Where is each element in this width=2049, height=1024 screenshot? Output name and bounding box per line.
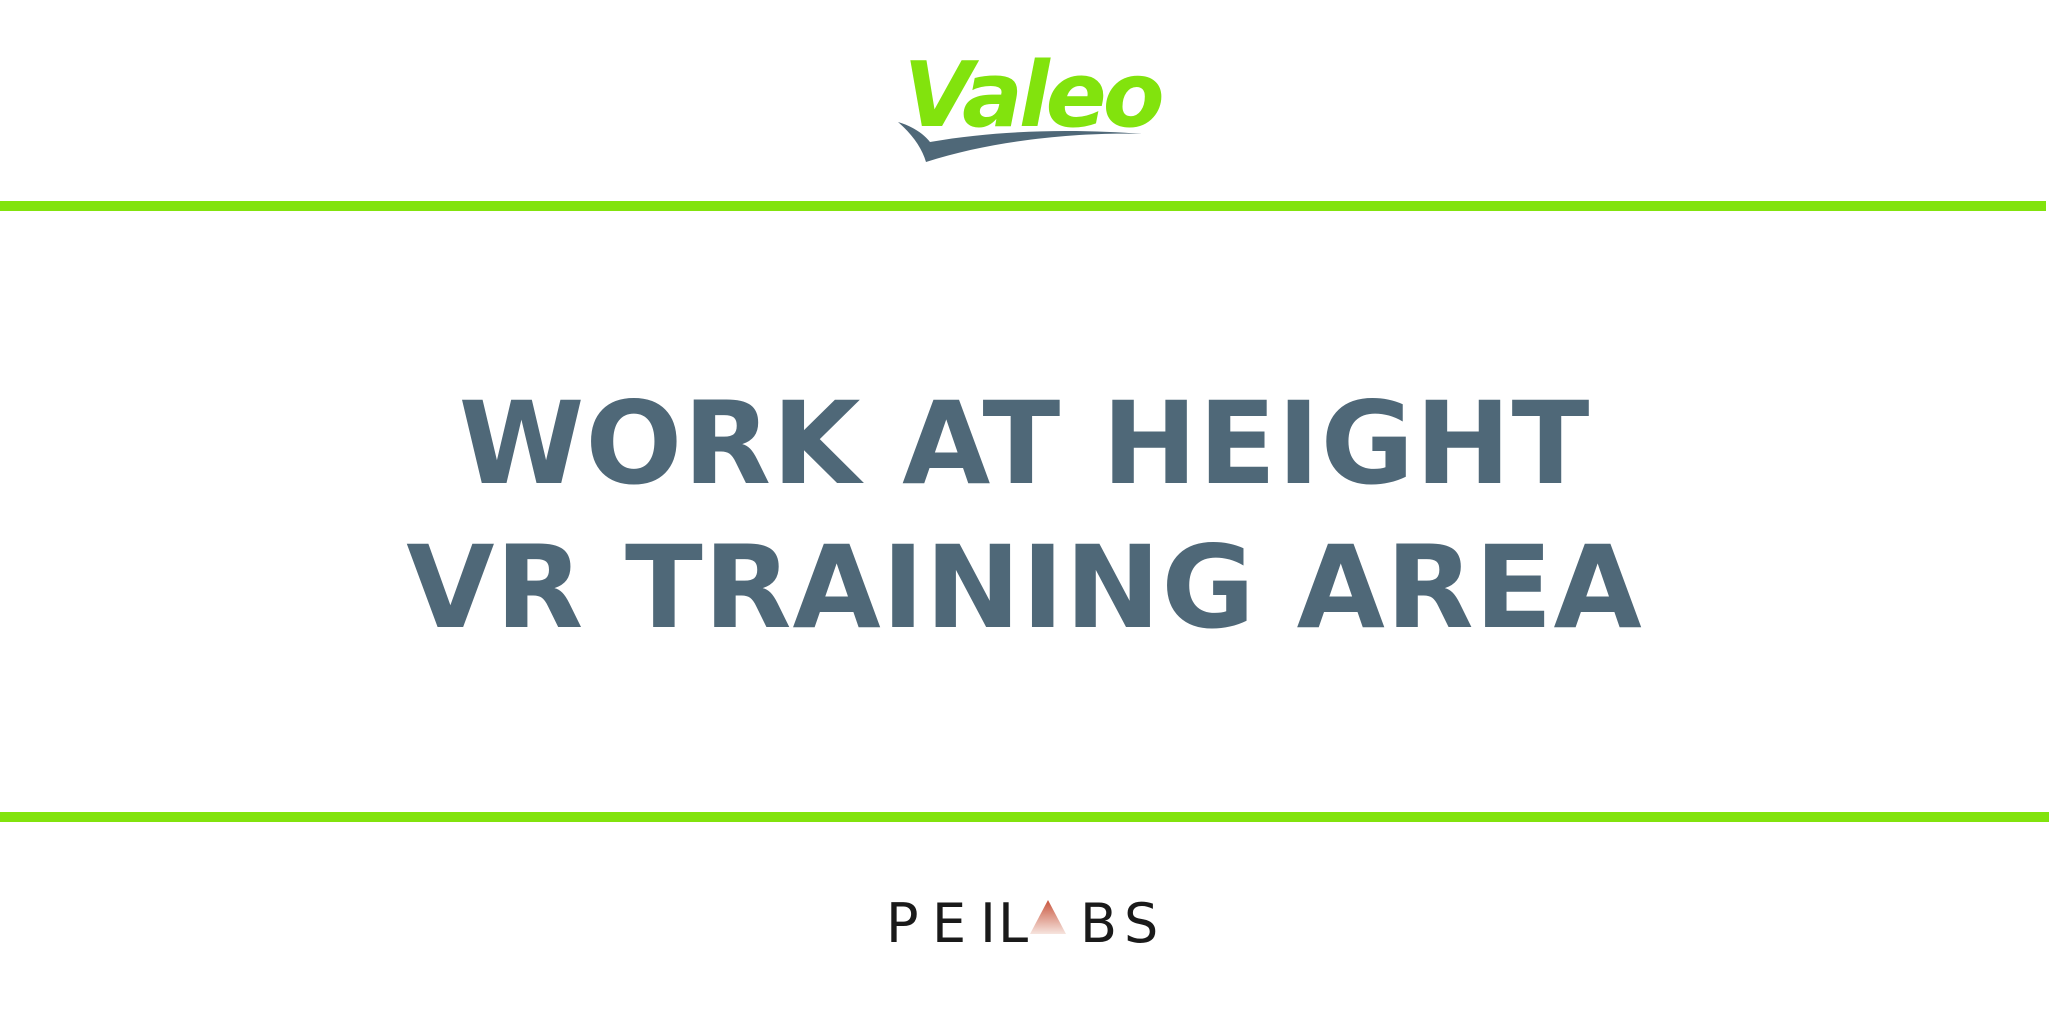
page-title: WORK AT HEIGHT VR TRAINING AREA [0,372,2049,660]
peilabs-letter-l: L [998,892,1028,950]
bottom-divider [0,812,2049,822]
peilabs-logo: P E I L B S [886,892,1158,950]
peilabs-letter-e: E [932,892,966,950]
peilabs-triangle-icon [1030,900,1066,934]
top-divider [0,201,2046,211]
peilabs-letter-i: I [980,892,996,950]
title-line-2: VR TRAINING AREA [406,521,1643,654]
valeo-logo: Valeo [898,43,1166,162]
peilabs-letter-b: B [1080,892,1117,950]
peilabs-letter-s: S [1124,892,1158,950]
peilabs-letter-p: P [886,892,919,950]
title-line-1: WORK AT HEIGHT [458,377,1591,510]
